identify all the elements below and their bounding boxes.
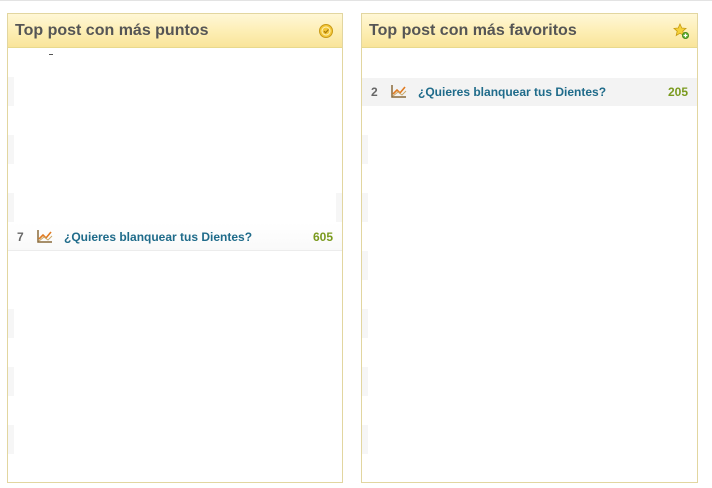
row-stripe — [8, 367, 14, 396]
row-stripe — [336, 193, 342, 222]
row-stripe — [362, 367, 368, 396]
row-stripe — [8, 135, 14, 164]
panel-title: Top post con más favoritos — [369, 22, 577, 39]
post-score: 205 — [667, 85, 688, 99]
row-stripe — [8, 193, 14, 222]
post-rank: 2 — [371, 85, 378, 99]
separator-mark — [49, 54, 53, 55]
row-stripe — [362, 135, 368, 164]
chart-icon — [391, 85, 407, 98]
star-add-icon — [673, 23, 689, 39]
post-rank: 7 — [17, 230, 24, 244]
post-link[interactable]: ¿Quieres blanquear tus Dientes? — [64, 230, 252, 244]
table-row[interactable]: 2 ¿Quieres blanquear tus Dientes? 205 — [362, 78, 697, 106]
chart-icon — [37, 230, 53, 243]
row-stripe — [362, 309, 368, 338]
top-points-panel: Top post con más puntos 7 ¿Quieres blanq… — [7, 13, 343, 483]
post-link[interactable]: ¿Quieres blanquear tus Dientes? — [418, 85, 606, 99]
top-favorites-panel: Top post con más favoritos 2 ¿Quieres bl… — [361, 13, 698, 483]
post-score: 605 — [312, 230, 333, 244]
top-divider — [0, 0, 712, 1]
row-stripe — [362, 425, 368, 454]
panel-title: Top post con más puntos — [15, 22, 209, 39]
row-stripe — [362, 193, 368, 222]
panel-header: Top post con más favoritos — [362, 14, 697, 48]
row-stripe — [8, 309, 14, 338]
coin-icon — [319, 24, 333, 38]
row-stripe — [8, 77, 14, 106]
row-stripe — [362, 251, 368, 280]
table-row[interactable]: 7 ¿Quieres blanquear tus Dientes? 605 — [8, 223, 342, 251]
post-list: 7 ¿Quieres blanquear tus Dientes? 605 — [8, 48, 342, 482]
panel-header: Top post con más puntos — [8, 14, 342, 48]
post-list: 2 ¿Quieres blanquear tus Dientes? 205 — [362, 48, 697, 482]
row-stripe — [8, 425, 14, 454]
